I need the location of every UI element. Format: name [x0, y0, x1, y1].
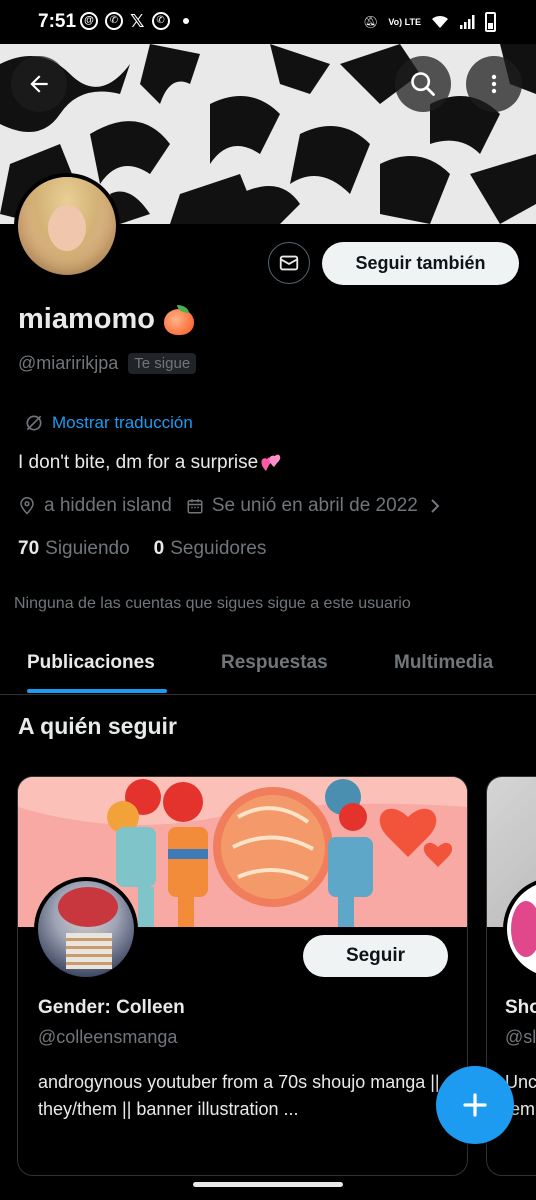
tab-multimedia[interactable]: Multimedia	[394, 652, 493, 674]
bio-text: I don't bite, dm for a surprise	[18, 452, 259, 473]
profile-bio: I don't bite, dm for a surprise	[18, 452, 284, 474]
following-count: 70	[18, 538, 40, 559]
suggestion-handle: @colleensmanga	[38, 1027, 178, 1047]
profile-avatar[interactable]	[14, 173, 120, 279]
location-pin-icon	[20, 497, 34, 515]
more-options-button[interactable]	[466, 56, 522, 112]
translate-label: Mostrar traducción	[52, 413, 193, 432]
whatsapp-icon: ✆	[105, 12, 123, 30]
x-app-icon: 𝕏	[130, 11, 145, 31]
search-button[interactable]	[395, 56, 451, 112]
join-date-text: Se unió en abril de 2022	[211, 495, 418, 516]
translate-icon	[26, 415, 42, 431]
followers-label: Seguidores	[170, 538, 267, 559]
plus-icon	[463, 1093, 487, 1117]
tab-publicaciones[interactable]: Publicaciones	[27, 652, 155, 674]
who-to-follow-title: A quién seguir	[18, 713, 177, 739]
follow-counts: 70 Siguiendo 0 Seguidores	[18, 538, 266, 560]
active-tab-indicator	[27, 689, 167, 693]
status-bar: 7:51 @ ✆ 𝕏 ✆ 🔕︎ Vo) LTE	[0, 0, 536, 44]
mute-icon: 🔕︎	[363, 15, 379, 29]
peach-emoji-icon	[163, 304, 195, 335]
system-icons: 🔕︎ Vo) LTE	[363, 12, 496, 32]
mail-icon	[279, 255, 299, 271]
search-icon	[411, 72, 435, 96]
status-time: 7:51	[38, 11, 77, 32]
more-notifications-dot	[182, 18, 189, 24]
suggestion-bio: androgynous youtuber from a 70s shoujo m…	[38, 1072, 440, 1119]
profile-tabs: Publicaciones Respuestas Multimedia	[0, 635, 536, 695]
back-button[interactable]	[11, 56, 67, 112]
following-link[interactable]: 70 Siguiendo	[18, 538, 130, 560]
chevron-right-icon[interactable]	[428, 497, 442, 515]
suggestion-name: Gender: Colleen	[38, 997, 185, 1018]
more-vertical-icon	[491, 74, 497, 94]
follow-back-button[interactable]: Seguir también	[322, 242, 519, 285]
whatsapp-icon-2: ✆	[151, 12, 170, 30]
calendar-icon	[187, 499, 203, 514]
followers-link[interactable]: 0 Seguidores	[154, 538, 267, 560]
signal-icon	[460, 15, 475, 29]
battery-icon	[485, 12, 496, 32]
suggestion-avatar[interactable]	[34, 877, 138, 981]
suggestion-2-handle: @sl	[505, 1027, 536, 1047]
hearts-emoji-icon	[260, 453, 284, 473]
mutual-followers-note: Ninguna de las cuentas que sigues sigue …	[14, 595, 411, 612]
following-label: Siguiendo	[45, 538, 130, 559]
suggestion-avatar-image	[38, 881, 134, 977]
message-button[interactable]	[268, 242, 310, 284]
tab-respuestas[interactable]: Respuestas	[221, 652, 328, 674]
show-translation-link[interactable]: Mostrar traducción	[24, 413, 193, 433]
threads-icon: @	[80, 12, 98, 30]
gesture-nav-handle[interactable]	[193, 1182, 343, 1187]
follows-you-badge: Te sigue	[128, 353, 197, 374]
profile-handle: @miaririkjpa	[18, 353, 119, 373]
follow-button[interactable]: Seguir	[303, 935, 448, 977]
back-arrow-icon	[30, 75, 48, 93]
location-text: a hidden island	[44, 495, 172, 516]
notification-icons: @ ✆ 𝕏 ✆	[80, 12, 189, 30]
suggestion-card[interactable]: Seguir Gender: Colleen @colleensmanga an…	[17, 776, 468, 1176]
profile-meta: a hidden island Se unió en abril de 2022	[18, 495, 442, 517]
avatar-image	[18, 177, 116, 275]
volte-indicator: Vo) LTE	[388, 16, 421, 27]
profile-name: miamomo	[18, 303, 195, 336]
display-name: miamomo	[18, 303, 155, 335]
join-date[interactable]: Se unió en abril de 2022	[186, 495, 418, 517]
compose-button[interactable]	[436, 1066, 514, 1144]
location: a hidden island	[18, 495, 172, 517]
handle-row: @miaririkjpa Te sigue	[18, 353, 197, 374]
wifi-icon	[432, 15, 448, 28]
followers-count: 0	[153, 538, 165, 559]
suggestion-2-name: Sho	[505, 997, 536, 1018]
